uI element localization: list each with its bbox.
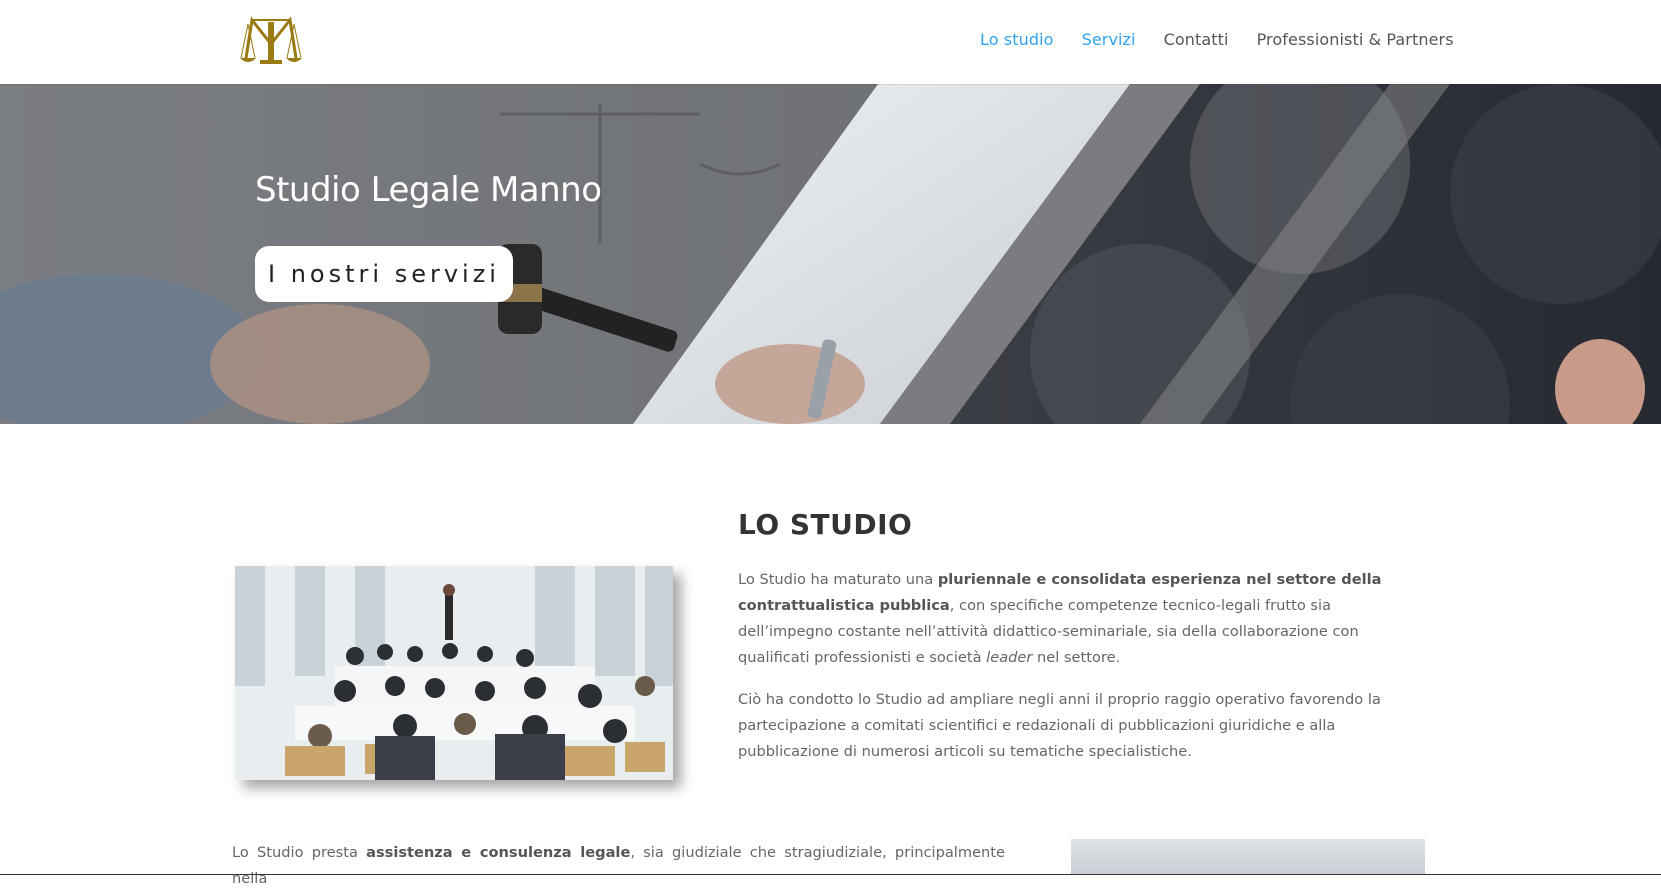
hero-background-image [0,84,1661,424]
section-title-lo-studio: LO STUDIO [738,508,913,541]
nav-servizi[interactable]: Servizi [1082,30,1136,49]
office-image [1071,839,1425,875]
studio-paragraph-3: Lo Studio presta assistenza e consulenza… [232,840,1005,892]
services-button[interactable]: I nostri servizi [255,246,513,302]
studio-paragraph-1: Lo Studio ha maturato una pluriennale e … [738,567,1426,671]
nav-lo-studio[interactable]: Lo studio [980,30,1054,49]
text-span: Lo Studio ha maturato una [738,571,938,588]
site-header: Lo studio Servizi Contatti Professionist… [0,0,1661,84]
seminar-classroom-image [235,566,673,780]
text-span: Lo Studio presta [232,844,367,861]
hero-banner: Studio Legale Manno I nostri servizi [0,84,1661,424]
studio-paragraph-2: Ciò ha condotto lo Studio ad ampliare ne… [738,691,1381,760]
italic-text: leader [986,649,1033,666]
nav-professionisti-partners[interactable]: Professionisti & Partners [1257,30,1454,49]
logo-scales-icon[interactable] [238,14,304,66]
nav-contatti[interactable]: Contatti [1164,30,1229,49]
main-nav: Lo studio Servizi Contatti Professionist… [980,30,1454,49]
text-span: nel settore. [1032,649,1121,666]
bold-text: assistenza e consulenza legale [366,844,631,861]
hero-title: Studio Legale Manno [255,170,602,210]
